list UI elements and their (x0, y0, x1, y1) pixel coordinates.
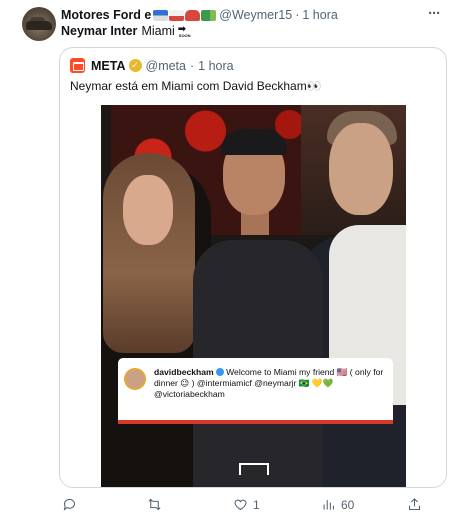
share-icon (408, 498, 421, 511)
quoted-author-handle[interactable]: @meta (146, 59, 186, 73)
goal-frame-icon (239, 463, 269, 475)
soon-arrow-icon: ➡ SOON (177, 24, 191, 39)
verified-badge-icon: ✓ (128, 59, 142, 72)
ambulance-icon (169, 9, 185, 21)
instagram-caption-text: davidbeckham Welcome to Miami my friend … (154, 367, 386, 400)
quoted-tweet-header: META ✓ @meta · 1 hora (70, 58, 234, 73)
post-time[interactable]: 1 hora (302, 8, 337, 22)
separator-dot: · (189, 58, 195, 73)
quoted-author-name[interactable]: META (91, 59, 126, 73)
red-car-icon (185, 9, 201, 21)
tweet-text-normal: Miami (141, 24, 175, 38)
retweet-button[interactable] (147, 497, 167, 512)
caption-accent-bar (118, 420, 393, 424)
reply-button[interactable] (62, 497, 82, 512)
author-name-emojis (153, 9, 217, 21)
views-chart-icon (323, 500, 335, 510)
tweet[interactable]: Motores Ford e @Weymer15 · 1 hora ··· Ne… (0, 0, 450, 529)
separator-dot: · (295, 8, 300, 22)
more-options-icon[interactable]: ··· (428, 5, 441, 22)
person-left-face (123, 175, 173, 245)
person-right-face (329, 123, 393, 215)
like-button[interactable]: 1 (233, 497, 260, 512)
views-button[interactable]: 60 (321, 497, 354, 512)
person-middle-cap (221, 129, 287, 155)
tweet-media-photo[interactable]: davidbeckham Welcome to Miami my friend … (101, 105, 406, 487)
views-count: 60 (341, 497, 355, 512)
police-car-icon (153, 9, 169, 21)
tweet-text-bold: Neymar Inter (61, 24, 138, 38)
author-handle[interactable]: @Weymer15 (219, 8, 292, 22)
heart-icon (234, 499, 247, 511)
tweet-text: Neymar Inter Miami ➡ SOON (61, 24, 194, 38)
tweet-header: Motores Ford e @Weymer15 · 1 hora (61, 8, 338, 22)
instagram-username: davidbeckham (154, 367, 214, 377)
soon-label: SOON (178, 33, 191, 38)
author-avatar[interactable] (22, 7, 56, 41)
like-count: 1 (253, 497, 260, 512)
author-name[interactable]: Motores Ford e (61, 8, 151, 22)
instagram-caption-card: davidbeckham Welcome to Miami my friend … (118, 358, 393, 420)
verified-badge-icon (215, 368, 224, 376)
truck-icon (201, 9, 217, 21)
quoted-post-time[interactable]: 1 hora (198, 59, 233, 73)
action-bar: 1 60 (59, 497, 447, 515)
quoted-tweet-text: Neymar está em Miami com David Beckham👀 (70, 79, 322, 93)
instagram-avatar (124, 368, 146, 390)
quoted-tweet[interactable]: META ✓ @meta · 1 hora Neymar está em Mia… (59, 47, 447, 488)
share-button[interactable] (407, 497, 422, 512)
reply-icon (63, 498, 76, 511)
retweet-icon (148, 498, 161, 511)
meta-logo-icon[interactable] (70, 58, 85, 73)
